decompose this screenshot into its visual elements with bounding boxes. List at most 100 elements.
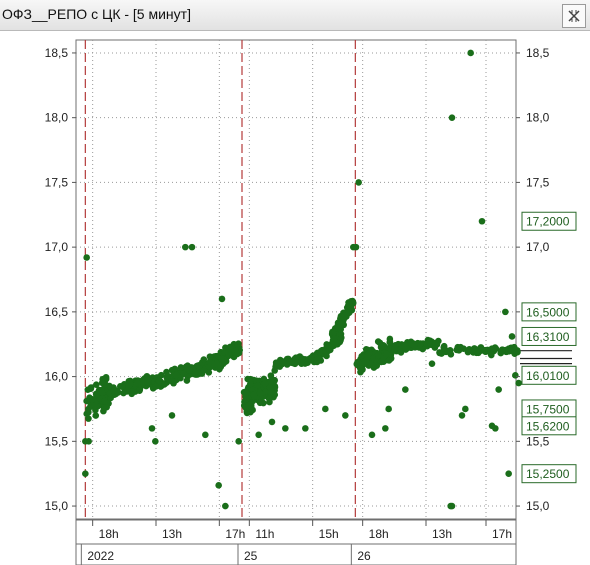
data-point [206,358,214,366]
x-tick-label: 15h [319,527,339,541]
data-point [342,412,349,419]
data-point [255,431,262,439]
data-point [233,350,241,358]
price-box-label: 16,5000 [526,305,570,319]
data-point [366,349,373,357]
data-point [163,375,171,382]
data-point [182,243,189,251]
x-tick-label: 11h [255,527,274,541]
data-point [507,347,514,354]
data-point [403,345,411,352]
right-y-tick-label: 17,0 [526,240,550,254]
data-point [85,438,92,445]
data-point [478,217,486,225]
data-point [505,470,512,477]
data-point [355,179,362,186]
data-point [425,338,433,345]
data-point [188,243,196,251]
data-point [148,425,156,432]
level-lines [520,350,572,365]
data-point [512,372,519,379]
data-point [428,360,436,367]
data-point [353,360,361,368]
data-point [432,339,439,347]
data-point [222,502,229,510]
data-point [292,354,300,361]
data-point [218,295,226,303]
data-point [272,359,280,366]
data-point [282,425,289,432]
data-point [202,431,209,439]
data-point [467,49,474,57]
data-point [448,114,456,121]
data-point [134,379,141,387]
data-point [144,376,152,384]
data-point [383,350,390,357]
data-point [92,402,99,409]
price-box-label: 16,0100 [526,369,570,383]
data-point [266,384,274,391]
data-point [316,349,324,356]
data-point [268,418,276,426]
data-point [157,383,164,390]
price-box-label: 15,7500 [526,402,570,416]
data-point [225,349,232,356]
left-y-tick-label: 16,5 [45,305,69,319]
data-point [136,387,143,395]
data-point [362,357,370,365]
data-point [345,309,353,317]
data-point [215,482,222,489]
data-point [458,412,466,419]
data-point [391,345,398,353]
data-point [152,438,159,445]
data-point [345,302,353,310]
data-point [168,412,176,419]
title-bar: ОФЗ__РЕПО с ЦК - [5 минут] [0,0,590,31]
data-point [337,320,345,328]
data-point [488,422,496,430]
data-point [267,377,275,385]
x-tick-label: 17h [492,527,512,541]
data-point [386,339,394,346]
right-y-tick-label: 15,5 [526,434,550,448]
data-point [331,334,338,342]
plot-background [75,39,517,520]
data-point [352,243,360,251]
window-title: ОФЗ__РЕПО с ЦК - [5 минут] [2,6,191,22]
left-y-tick-label: 17,5 [45,175,69,189]
data-point [385,405,392,413]
data-point [266,395,273,403]
pin-close-button[interactable] [562,4,586,28]
data-point [402,386,409,393]
data-point [299,356,306,364]
data-point [410,342,418,349]
data-point [495,386,502,393]
right-y-tick-label: 18,5 [526,46,550,60]
left-y-tick-label: 18,5 [45,46,69,60]
data-point [243,389,250,397]
left-y-tick-label: 16,0 [45,370,69,384]
left-y-axis: 15,0 15,5 16,0 16,5 17,0 17,5 18,0 18,5 [45,46,76,513]
data-point [302,425,309,432]
data-point [185,366,193,374]
data-point [88,396,96,403]
data-point [127,380,134,388]
data-point [172,371,180,379]
data-point [245,402,252,409]
data-point [243,408,251,415]
data-point [491,344,499,351]
data-point [368,431,376,439]
price-box-label: 17,2000 [526,215,570,229]
data-point [455,347,463,354]
x-axis: 18h 13h 17h 11h 15h 18h 13h 17h 2022 25 26 [75,519,517,565]
data-point [246,380,254,388]
data-point [83,254,90,261]
date-label: 2022 [87,549,114,563]
x-tick-label: 17h [225,527,245,541]
data-point [462,405,469,413]
data-point [235,438,242,445]
data-point [446,347,454,354]
data-point [256,390,264,397]
price-box-label: 15,6200 [526,419,570,433]
data-point [106,382,113,390]
